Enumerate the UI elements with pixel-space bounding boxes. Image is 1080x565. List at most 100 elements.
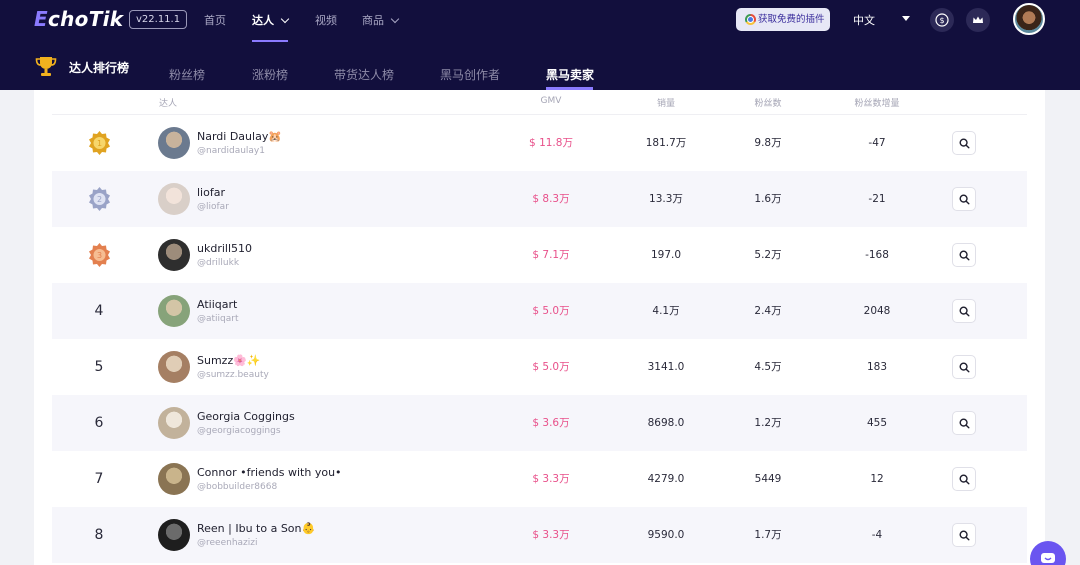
follower-growth-value: -21 xyxy=(868,193,886,205)
row-search-button[interactable] xyxy=(952,299,976,323)
row-search-button[interactable] xyxy=(952,411,976,435)
influencer-handle: @reeenhazizi xyxy=(197,538,258,548)
get-free-plugin-button[interactable]: 获取免费的插件 xyxy=(736,8,830,31)
table-row[interactable]: 7 Connor •friends with you• @bobbuilder866… xyxy=(52,451,1027,507)
influencer-avatar[interactable] xyxy=(158,407,190,439)
currency-button[interactable]: $ xyxy=(930,8,954,32)
chevron-down-icon xyxy=(280,14,290,24)
influencer-handle: @liofar xyxy=(197,202,229,212)
row-search-button[interactable] xyxy=(952,187,976,211)
followers-value: 2.4万 xyxy=(754,305,782,317)
tab-rising-creators[interactable]: 黑马创作者 xyxy=(440,66,500,83)
follower-growth-value: 2048 xyxy=(863,305,891,317)
caret-down-icon[interactable] xyxy=(902,16,910,21)
top-navigation: EchoTik v22.11.1 首页 达人 视频 商品 获取免费的插件 中文 … xyxy=(0,0,1080,42)
follower-growth-value: 12 xyxy=(870,473,884,485)
influencer-name[interactable]: Atiiqart xyxy=(197,298,237,311)
influencer-name[interactable]: Connor •friends with you• xyxy=(197,466,342,479)
followers-value: 5449 xyxy=(754,473,782,485)
column-header-gmv[interactable]: GMV xyxy=(541,96,562,106)
influencer-avatar[interactable] xyxy=(158,351,190,383)
influencer-handle: @sumzz.beauty xyxy=(197,370,269,380)
search-icon xyxy=(958,193,970,205)
gmv-value: $ 11.8万 xyxy=(529,137,573,149)
column-header-sales[interactable]: 销量 xyxy=(657,96,675,109)
sales-value: 9590.0 xyxy=(647,529,685,541)
follower-growth-value: -4 xyxy=(871,529,883,541)
tab-rising-sellers[interactable]: 黑马卖家 xyxy=(546,66,594,83)
followers-value: 1.6万 xyxy=(754,193,782,205)
medal-rank-number: 3 xyxy=(97,251,102,260)
sales-value: 181.7万 xyxy=(645,137,687,149)
influencer-name[interactable]: ukdrill510 xyxy=(197,242,252,255)
table-row[interactable]: 8 Reen | Ibu to a Son👶 @reeenhazizi $ 3.3万 9… xyxy=(52,507,1027,563)
table-row[interactable]: 3 ukdrill510 @drillukk $ 7.1万 197.0 5.2万 -168 xyxy=(52,227,1027,283)
sales-value: 8698.0 xyxy=(647,417,685,429)
user-avatar[interactable] xyxy=(1013,3,1045,35)
echotik-logo[interactable]: EchoTik xyxy=(34,7,123,31)
rank-number: 4 xyxy=(94,303,104,319)
influencer-name[interactable]: Reen | Ibu to a Son👶 xyxy=(197,522,315,535)
tab-follower-growth[interactable]: 涨粉榜 xyxy=(252,66,288,83)
search-icon xyxy=(958,249,970,261)
influencer-avatar[interactable] xyxy=(158,295,190,327)
nav-home[interactable]: 首页 xyxy=(204,12,226,28)
nav-products-label: 商品 xyxy=(362,14,384,27)
influencer-avatar[interactable] xyxy=(158,127,190,159)
rank-number: 8 xyxy=(94,527,104,543)
silver-medal-icon: 2 xyxy=(89,187,110,211)
rank-number: 5 xyxy=(94,359,104,375)
row-search-button[interactable] xyxy=(952,467,976,491)
table-header: 达人 GMV 销量 粉丝数 粉丝数增量 xyxy=(52,90,1027,115)
table-row[interactable]: 4 Atiiqart @atiiqart $ 5.0万 4.1万 2.4万 2048 xyxy=(52,283,1027,339)
nav-videos[interactable]: 视频 xyxy=(315,12,337,28)
row-search-button[interactable] xyxy=(952,355,976,379)
gmv-value: $ 3.6万 xyxy=(532,417,570,429)
influencer-name[interactable]: Nardi Daulay🐹 xyxy=(197,130,282,143)
gmv-value: $ 5.0万 xyxy=(532,305,570,317)
trophy-icon xyxy=(35,57,57,76)
nav-influencers[interactable]: 达人 xyxy=(252,12,290,28)
row-search-button[interactable] xyxy=(952,131,976,155)
row-search-button[interactable] xyxy=(952,523,976,547)
follower-growth-value: 455 xyxy=(866,417,888,429)
svg-text:$: $ xyxy=(939,16,944,25)
language-selector[interactable]: 中文 xyxy=(853,12,875,28)
influencer-name[interactable]: liofar xyxy=(197,186,225,199)
chat-button[interactable] xyxy=(1030,541,1066,565)
column-header-follower-growth[interactable]: 粉丝数增量 xyxy=(854,96,899,109)
table-row[interactable]: 5 Sumzz🌸✨ @sumzz.beauty $ 5.0万 3141.0 4.5万 183 xyxy=(52,339,1027,395)
version-badge: v22.11.1 xyxy=(129,10,188,29)
chat-icon xyxy=(1041,553,1055,563)
influencer-handle: @bobbuilder8668 xyxy=(197,482,278,492)
search-icon xyxy=(958,417,970,429)
influencer-avatar[interactable] xyxy=(158,519,190,551)
row-search-button[interactable] xyxy=(952,243,976,267)
search-icon xyxy=(958,137,970,149)
column-header-followers[interactable]: 粉丝数 xyxy=(754,96,781,109)
influencer-avatar[interactable] xyxy=(158,183,190,215)
tab-followers[interactable]: 粉丝榜 xyxy=(169,66,205,83)
influencer-name[interactable]: Georgia Coggings xyxy=(197,410,295,423)
table-row[interactable]: 1 Nardi Daulay🐹 @nardidaulay1 $ 11.8万 181.7万… xyxy=(52,115,1027,171)
influencer-avatar[interactable] xyxy=(158,463,190,495)
gmv-value: $ 7.1万 xyxy=(532,249,570,261)
table-row[interactable]: 2 liofar @liofar $ 8.3万 13.3万 1.6万 -21 xyxy=(52,171,1027,227)
follower-growth-value: 183 xyxy=(866,361,888,373)
followers-value: 4.5万 xyxy=(754,361,782,373)
crown-icon xyxy=(973,16,983,23)
followers-value: 9.8万 xyxy=(754,137,782,149)
rank-number: 6 xyxy=(94,415,104,431)
vip-button[interactable] xyxy=(966,8,990,32)
follower-growth-value: -168 xyxy=(865,249,889,261)
sales-value: 13.3万 xyxy=(649,193,683,205)
tab-sales-influencers[interactable]: 带货达人榜 xyxy=(334,66,394,83)
influencer-name[interactable]: Sumzz🌸✨ xyxy=(197,354,261,367)
influencer-handle: @georgiacoggings xyxy=(197,426,281,436)
influencer-handle: @nardidaulay1 xyxy=(197,146,265,156)
table-row[interactable]: 6 Georgia Coggings @georgiacoggings $ 3.6万 8… xyxy=(52,395,1027,451)
dollar-icon: $ xyxy=(935,13,949,27)
nav-products[interactable]: 商品 xyxy=(362,12,400,28)
influencer-avatar[interactable] xyxy=(158,239,190,271)
sales-value: 4.1万 xyxy=(652,305,680,317)
